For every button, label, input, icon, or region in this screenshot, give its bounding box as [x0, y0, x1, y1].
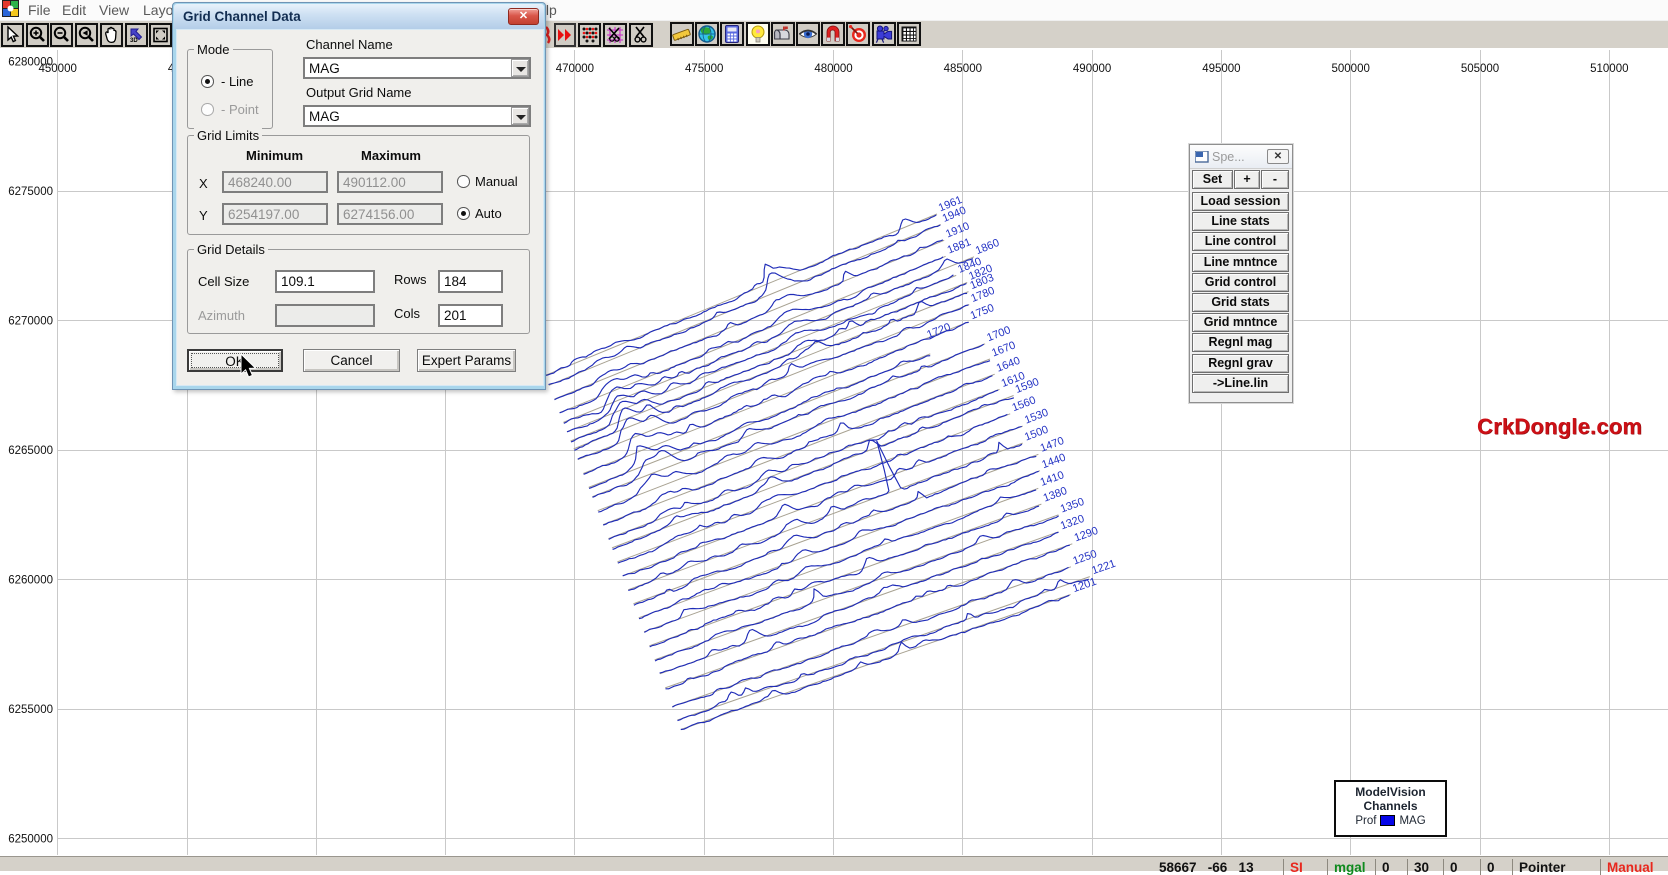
svg-text:1440: 1440 [1040, 452, 1067, 472]
svg-text:6250000: 6250000 [8, 834, 53, 846]
svg-text:1860: 1860 [974, 237, 1001, 257]
svg-text:475000: 475000 [685, 63, 723, 75]
svg-text:3D: 3D [130, 38, 138, 44]
svg-text:510000: 510000 [1590, 63, 1628, 75]
svg-text:505000: 505000 [1461, 63, 1499, 75]
svg-text:1201: 1201 [1071, 576, 1098, 595]
svg-text:1530: 1530 [1023, 407, 1050, 427]
svg-text:470000: 470000 [556, 63, 594, 75]
svg-text:480000: 480000 [814, 63, 852, 75]
svg-text:490000: 490000 [1073, 63, 1111, 75]
svg-text:6260000: 6260000 [8, 575, 53, 587]
svg-text:495000: 495000 [1202, 63, 1240, 75]
svg-text:1720: 1720 [925, 321, 952, 341]
svg-text:500000: 500000 [1332, 63, 1370, 75]
svg-text:1350: 1350 [1059, 496, 1086, 516]
svg-text:1290: 1290 [1073, 525, 1100, 544]
svg-text:6265000: 6265000 [8, 445, 53, 457]
svg-text:6255000: 6255000 [8, 704, 53, 716]
svg-text:6275000: 6275000 [8, 186, 53, 198]
svg-text:6270000: 6270000 [8, 316, 53, 328]
svg-text:6280000: 6280000 [8, 57, 53, 69]
svg-text:485000: 485000 [944, 63, 982, 75]
